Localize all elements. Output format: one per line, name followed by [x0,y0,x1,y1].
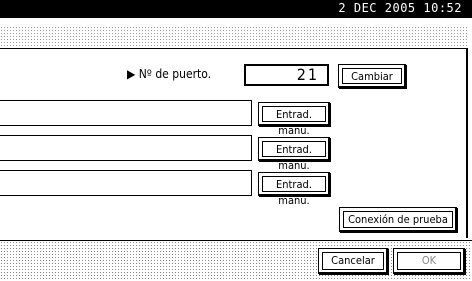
clock-display: 2 DEC 2005 10:52 [338,1,462,15]
panel-header [0,26,468,49]
manual-entry-button-3-label: Entrad. manu. [262,176,326,207]
ok-button-label: OK [397,252,461,270]
text-field-3[interactable] [0,170,252,196]
test-connection-button-label: Conexión de prueba [343,211,453,228]
cancel-button[interactable]: Cancelar [318,248,388,274]
change-port-button[interactable]: Cambiar [338,64,406,88]
cancel-button-label: Cancelar [322,252,384,270]
manual-entry-button-3[interactable]: Entrad. manu. [258,172,330,207]
manual-entry-button-1-label: Entrad. manu. [262,106,326,137]
test-connection-button[interactable]: Conexión de prueba [339,207,457,232]
manual-entry-button-1[interactable]: Entrad. manu. [258,102,330,137]
ok-button[interactable]: OK [393,248,465,274]
manual-entry-button-2[interactable]: Entrad. manu. [258,137,330,172]
text-field-2[interactable] [0,135,252,161]
text-field-1[interactable] [0,100,252,126]
port-number-display: 21 [244,64,329,86]
change-port-button-label: Cambiar [342,68,402,84]
status-bar: 2 DEC 2005 10:52 [0,0,472,18]
port-label: ▶ Nº de puerto. [127,67,212,81]
manual-entry-button-2-label: Entrad. manu. [262,141,326,172]
